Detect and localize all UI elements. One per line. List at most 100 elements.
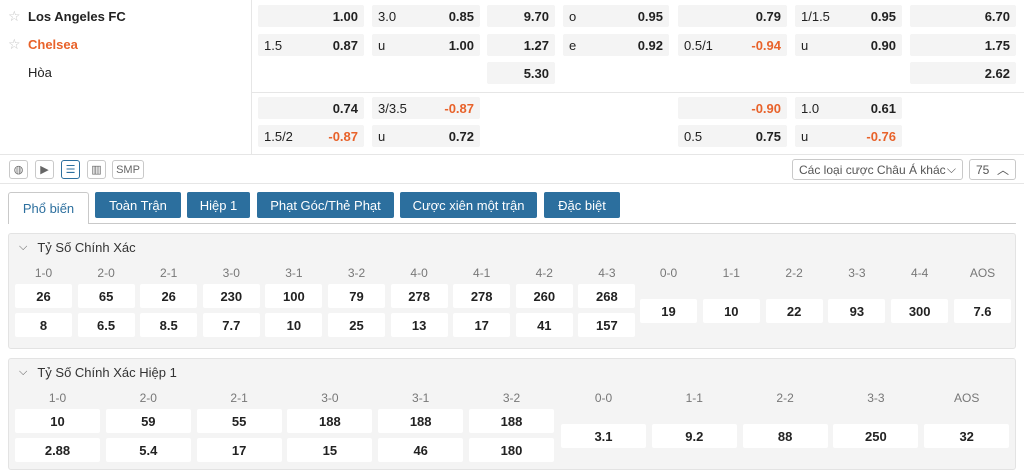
tab-same-game-parlay[interactable]: Cược xiên một trận bbox=[400, 192, 537, 218]
odds-box-away[interactable]: 17 bbox=[196, 438, 282, 462]
odds-cell[interactable]: u 0.90 bbox=[795, 34, 902, 56]
odds-value: 5.30 bbox=[523, 65, 549, 81]
odds-box-home[interactable]: 188 bbox=[287, 409, 373, 433]
odds-box-home[interactable]: 188 bbox=[469, 409, 554, 433]
odds-cell[interactable]: 0.79 bbox=[678, 5, 787, 27]
odds-cell[interactable]: e 0.92 bbox=[563, 34, 669, 56]
smp-button[interactable]: SMP bbox=[112, 160, 144, 179]
odds-box-home[interactable]: 188 bbox=[378, 409, 464, 433]
count-toggle[interactable]: 75 ︿ bbox=[969, 159, 1016, 180]
odds-box-home[interactable]: 260 bbox=[515, 284, 573, 308]
odds-box-away[interactable]: 7.7 bbox=[202, 313, 260, 337]
odds-cell[interactable]: 0.5/1 -0.94 bbox=[678, 34, 787, 56]
star-icon[interactable]: ☆ bbox=[8, 9, 22, 23]
odds-box-home[interactable]: 55 bbox=[196, 409, 282, 433]
odds-value: 1.00 bbox=[332, 8, 358, 24]
list-icon[interactable]: ☰ bbox=[61, 160, 80, 179]
section-correct-score: ⌵ Tỷ Số Chính Xác 1-0 26 8 2-0 65 6.5 2-1 26 8.5… bbox=[8, 233, 1016, 349]
odds-box-away[interactable]: 5.4 bbox=[105, 438, 191, 462]
toolbar: ◍ ▶ ☰ ▥ SMP Các loại cược Châu Á khác ⌵ … bbox=[0, 154, 1024, 184]
odds-cell[interactable]: 1.27 bbox=[487, 34, 555, 56]
play-icon[interactable]: ▶ bbox=[35, 160, 54, 179]
odds-box-away[interactable]: 2.88 bbox=[15, 438, 100, 462]
odds-box-draw[interactable]: 300 bbox=[891, 299, 949, 323]
odds-box-away[interactable]: 6.5 bbox=[77, 313, 135, 337]
odds-box-home[interactable]: 26 bbox=[15, 284, 72, 308]
odds-box-draw[interactable]: 19 bbox=[640, 299, 697, 323]
odds-cell[interactable]: o 0.95 bbox=[563, 5, 669, 27]
odds-box-draw[interactable]: 250 bbox=[833, 424, 919, 448]
odds-box-home[interactable]: 268 bbox=[578, 284, 636, 308]
odds-line: 0.5/1 bbox=[684, 37, 713, 53]
odds-box-away[interactable]: 8.5 bbox=[140, 313, 198, 337]
section-header[interactable]: ⌵ Tỷ Số Chính Xác bbox=[19, 240, 136, 255]
tab-popular[interactable]: Phổ biến bbox=[8, 192, 89, 224]
odds-cell[interactable]: 1/1.5 0.95 bbox=[795, 5, 902, 27]
odds-box-away[interactable]: 41 bbox=[515, 313, 573, 337]
odds-box-home[interactable]: 100 bbox=[265, 284, 323, 308]
odds-box-away[interactable]: 15 bbox=[287, 438, 373, 462]
odds-cell[interactable]: 1.75 bbox=[910, 34, 1016, 56]
team-home[interactable]: ☆ Los Angeles FC bbox=[8, 6, 126, 26]
odds-cell[interactable]: 3.0 0.85 bbox=[372, 5, 480, 27]
odds-box-draw[interactable]: 32 bbox=[924, 424, 1010, 448]
odds-cell[interactable]: 1.5/2 -0.87 bbox=[258, 125, 364, 147]
odds-box-away[interactable]: 157 bbox=[578, 313, 636, 337]
market-tabs: Phổ biến Toàn Trận Hiệp 1 Phạt Góc/Thẻ P… bbox=[8, 192, 1016, 224]
odds-box-home[interactable]: 278 bbox=[390, 284, 448, 308]
odds-value: 0.72 bbox=[448, 128, 474, 144]
score-label: 3-3 bbox=[867, 391, 885, 405]
odds-cell[interactable]: 6.70 bbox=[910, 5, 1016, 27]
tab-corners-cards[interactable]: Phạt Góc/Thẻ Phạt bbox=[257, 192, 394, 218]
odds-box-draw[interactable]: 7.6 bbox=[954, 299, 1011, 323]
odds-cell[interactable]: 9.70 bbox=[487, 5, 555, 27]
tab-full-match[interactable]: Toàn Trận bbox=[95, 192, 181, 218]
odds-box-home[interactable]: 278 bbox=[453, 284, 511, 308]
odds-box-draw[interactable]: 9.2 bbox=[651, 424, 737, 448]
odds-cell[interactable]: u -0.76 bbox=[795, 125, 902, 147]
odds-box-home[interactable]: 79 bbox=[328, 284, 385, 308]
chart-icon[interactable]: ▥ bbox=[87, 160, 106, 179]
odds-cell[interactable]: 5.30 bbox=[487, 62, 555, 84]
odds-box-draw[interactable]: 88 bbox=[742, 424, 828, 448]
draw-label: Hòa bbox=[28, 62, 52, 82]
odds-cell[interactable]: 0.74 bbox=[258, 97, 364, 119]
odds-box-away[interactable]: 10 bbox=[265, 313, 323, 337]
odds-cell[interactable]: u 1.00 bbox=[372, 34, 480, 56]
tab-special[interactable]: Đặc biệt bbox=[544, 192, 620, 218]
odds-box-home[interactable]: 65 bbox=[77, 284, 135, 308]
odds-box-away[interactable]: 13 bbox=[390, 313, 448, 337]
stats-icon[interactable]: ◍ bbox=[9, 160, 28, 179]
odds-cell[interactable]: -0.90 bbox=[678, 97, 787, 119]
odds-box-draw[interactable]: 3.1 bbox=[561, 424, 646, 448]
odds-box-home[interactable]: 10 bbox=[15, 409, 100, 433]
odds-cell[interactable]: 2.62 bbox=[910, 62, 1016, 84]
odds-value: -0.87 bbox=[328, 128, 358, 144]
odds-cell[interactable]: 3/3.5 -0.87 bbox=[372, 97, 480, 119]
odds-box-home[interactable]: 59 bbox=[105, 409, 191, 433]
star-icon[interactable]: ☆ bbox=[8, 37, 22, 51]
odds-value: -0.90 bbox=[751, 100, 781, 116]
odds-box-away[interactable]: 25 bbox=[328, 313, 385, 337]
odds-value: 0.85 bbox=[448, 8, 474, 24]
odds-box-draw[interactable]: 22 bbox=[765, 299, 823, 323]
odds-cell[interactable]: 0.5 0.75 bbox=[678, 125, 787, 147]
odds-box-away[interactable]: 180 bbox=[469, 438, 554, 462]
odds-cell[interactable]: u 0.72 bbox=[372, 125, 480, 147]
odds-cell[interactable]: 1.5 0.87 bbox=[258, 34, 364, 56]
odds-box-home[interactable]: 230 bbox=[202, 284, 260, 308]
odds-box-away[interactable]: 46 bbox=[378, 438, 464, 462]
market-select[interactable]: Các loại cược Châu Á khác ⌵ bbox=[792, 159, 963, 180]
odds-cell[interactable]: 1.00 bbox=[258, 5, 364, 27]
odds-value: 0.90 bbox=[870, 37, 896, 53]
odds-box-away[interactable]: 17 bbox=[453, 313, 511, 337]
tab-first-half[interactable]: Hiệp 1 bbox=[187, 192, 250, 218]
odds-box-draw[interactable]: 93 bbox=[828, 299, 886, 323]
team-away[interactable]: ☆ Chelsea bbox=[8, 34, 78, 54]
section-header[interactable]: ⌵ Tỷ Số Chính Xác Hiệp 1 bbox=[19, 365, 177, 380]
odds-cell[interactable]: 1.0 0.61 bbox=[795, 97, 902, 119]
odds-box-away[interactable]: 8 bbox=[15, 313, 72, 337]
odds-box-home[interactable]: 26 bbox=[140, 284, 198, 308]
odds-box-draw[interactable]: 10 bbox=[702, 299, 760, 323]
score-label: 3-2 bbox=[502, 391, 521, 405]
